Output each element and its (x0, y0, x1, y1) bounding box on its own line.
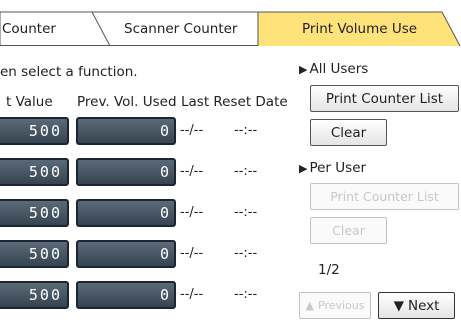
print-counter-list-per-user-button[interactable]: Print Counter List (310, 183, 459, 210)
previous-button[interactable]: ▲ Previous (299, 292, 371, 319)
limit-value-field[interactable]: 500 (0, 117, 69, 145)
print-counter-list-all-users-button[interactable]: Print Counter List (310, 85, 459, 112)
reset-time: --:-- (234, 246, 258, 261)
right-triangle-icon: ▶ (299, 162, 308, 175)
previous-label: Previous (317, 299, 365, 312)
prev-vol-used-field: 0 (76, 199, 176, 227)
reset-time: --:-- (234, 164, 258, 179)
reset-date: --/-- (180, 123, 204, 138)
limit-value-field[interactable]: 500 (0, 199, 69, 227)
table-row[interactable]: 500 0 --/-- --:-- (0, 238, 300, 270)
reset-date: --/-- (180, 287, 204, 302)
limit-value-field[interactable]: 500 (0, 281, 69, 309)
reset-time: --:-- (234, 205, 258, 220)
all-users-section-label: ▶ All Users (299, 61, 368, 77)
tab-bar: Counter Scanner Counter Print Volume Use (0, 0, 461, 46)
column-header-last-reset-date: Last Reset Date (181, 94, 288, 110)
prev-vol-used-field: 0 (76, 158, 176, 186)
all-users-label: All Users (309, 61, 369, 77)
tab-counter[interactable]: Counter (2, 21, 56, 37)
reset-date: --/-- (180, 164, 204, 179)
prev-vol-used-field: 0 (76, 117, 176, 145)
reset-date: --/-- (180, 205, 204, 220)
column-header-limit-value: t Value (6, 94, 53, 110)
instruction-text: en select a function. (0, 64, 138, 80)
reset-time: --:-- (234, 287, 258, 302)
up-triangle-icon: ▲ (305, 299, 314, 312)
tab-print-volume-use[interactable]: Print Volume Use (302, 21, 417, 37)
per-user-section-label: ▶ Per User (299, 160, 366, 176)
reset-time: --:-- (234, 123, 258, 138)
table-row[interactable]: 500 0 --/-- --:-- (0, 115, 300, 147)
prev-vol-used-field: 0 (76, 281, 176, 309)
limit-value-field[interactable]: 500 (0, 158, 69, 186)
reset-date: --/-- (180, 246, 204, 261)
page-indicator: 1/2 (318, 262, 340, 278)
table-row[interactable]: 500 0 --/-- --:-- (0, 197, 300, 229)
tab-scanner-counter[interactable]: Scanner Counter (124, 21, 237, 37)
next-button[interactable]: ▼ Next (378, 292, 455, 319)
table-row[interactable]: 500 0 --/-- --:-- (0, 279, 300, 311)
clear-per-user-button[interactable]: Clear (310, 217, 387, 244)
limit-value-field[interactable]: 500 (0, 240, 69, 268)
down-triangle-icon: ▼ (393, 297, 404, 314)
clear-all-users-button[interactable]: Clear (310, 119, 387, 146)
column-header-prev-vol-used: Prev. Vol. Used (77, 94, 177, 110)
next-label: Next (407, 297, 440, 314)
per-user-label: Per User (309, 160, 367, 176)
prev-vol-used-field: 0 (76, 240, 176, 268)
right-triangle-icon: ▶ (299, 63, 308, 76)
table-row[interactable]: 500 0 --/-- --:-- (0, 156, 300, 188)
